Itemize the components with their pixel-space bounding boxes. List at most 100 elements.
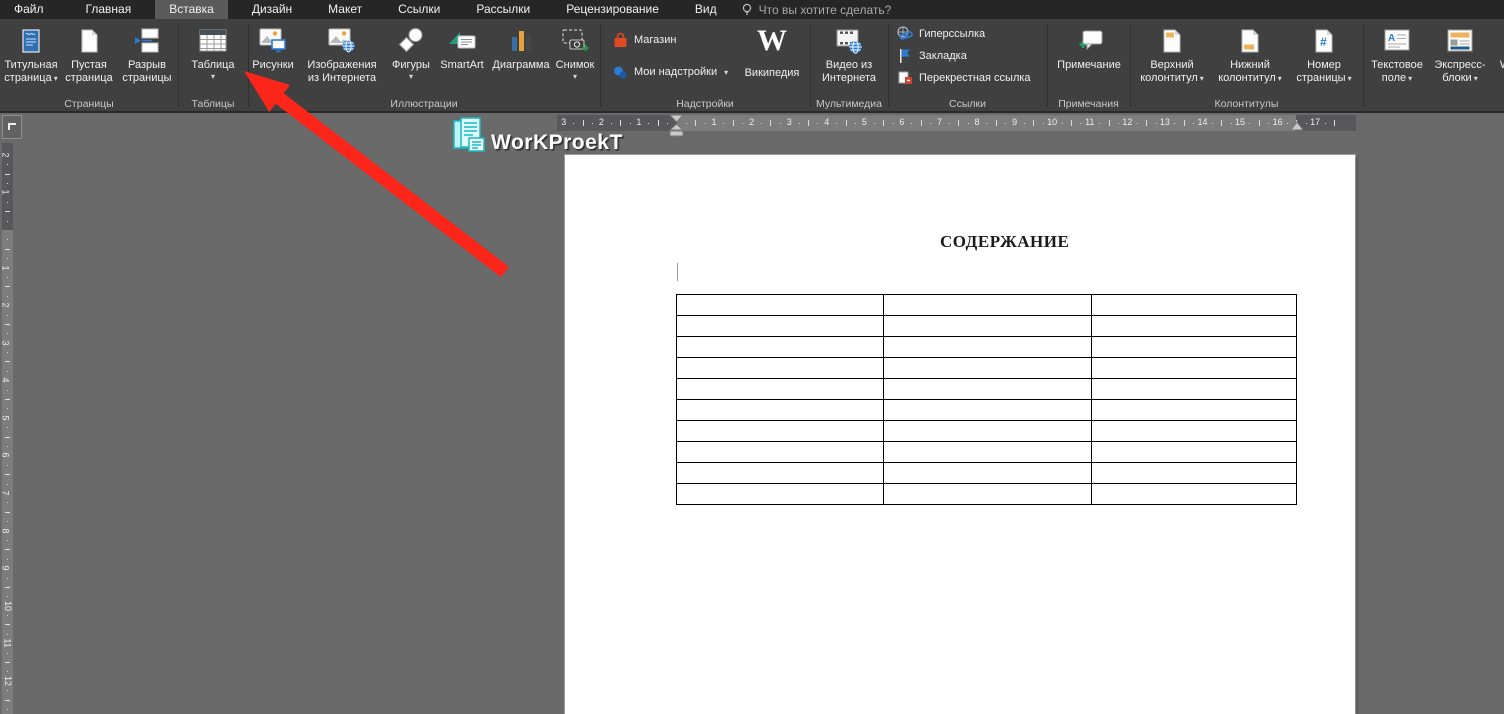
table-cell[interactable] <box>676 420 884 442</box>
table-cell[interactable] <box>1091 315 1297 337</box>
table-row <box>676 483 1297 505</box>
table-cell[interactable] <box>1091 483 1297 505</box>
new-comment-button[interactable]: Примечание <box>1055 22 1123 106</box>
table-row <box>676 462 1297 484</box>
bookmark-button[interactable]: Закладка <box>896 47 967 65</box>
table-cell[interactable] <box>1091 399 1297 421</box>
wordart-button[interactable]: Wo <box>1493 22 1504 106</box>
group-tables: Таблица ▾ Таблицы <box>178 19 248 111</box>
online-video-button[interactable]: Видео из Интернета <box>814 22 884 106</box>
header-icon <box>1159 22 1185 59</box>
quick-parts-button[interactable]: Экспресс- блоки ▾ <box>1429 22 1491 106</box>
table-cell[interactable] <box>676 483 884 505</box>
group-illustrations: Рисунки Изображения из Интернета Фигуры … <box>248 19 600 111</box>
chevron-down-icon: ▾ <box>1347 74 1352 83</box>
table-row <box>676 294 1297 316</box>
right-indent-marker[interactable] <box>1290 121 1304 131</box>
my-addins-button[interactable]: Мои надстройки ▾ <box>612 63 728 81</box>
cover-page-button[interactable]: Титульная страница ▾ <box>2 22 60 106</box>
table-cell[interactable] <box>1091 357 1297 379</box>
table-row <box>676 336 1297 358</box>
table-cell[interactable] <box>883 441 1092 463</box>
table-cell[interactable] <box>676 441 884 463</box>
pictures-button[interactable]: Рисунки <box>250 22 296 106</box>
table-button[interactable]: Таблица ▾ <box>185 22 241 106</box>
cross-reference-button[interactable]: Перекрестная ссылка <box>896 69 1031 87</box>
page-number-button[interactable]: # Номер страницы ▾ <box>1290 22 1358 106</box>
blank-page-icon <box>76 22 102 59</box>
cover-page-icon <box>18 22 44 59</box>
text-box-button[interactable]: A Текстовое поле ▾ <box>1367 22 1427 106</box>
blank-page-button[interactable]: Пустая страница <box>60 22 118 106</box>
tab-layout[interactable]: Макет <box>314 0 376 19</box>
table-cell[interactable] <box>1091 378 1297 400</box>
indent-markers[interactable] <box>669 114 684 138</box>
tab-references[interactable]: Ссылки <box>384 0 454 19</box>
bookmark-icon <box>900 49 910 63</box>
table-cell[interactable] <box>676 399 884 421</box>
group-label-header-footer: Колонтитулы <box>1214 98 1279 110</box>
document-page: СОДЕРЖАНИЕ <box>565 155 1355 714</box>
chevron-down-icon: ▾ <box>1473 74 1478 83</box>
lightbulb-icon <box>742 3 751 15</box>
tab-mailings[interactable]: Рассылки <box>462 0 544 19</box>
group-addins: Магазин Мои надстройки ▾ W Википедия Над… <box>600 19 810 111</box>
table-cell[interactable] <box>883 315 1092 337</box>
ribbon-tab-bar: Файл Главная Вставка Дизайн Макет Ссылки… <box>0 0 1504 19</box>
table-cell[interactable] <box>883 294 1092 316</box>
table-cell[interactable] <box>883 483 1092 505</box>
tab-file[interactable]: Файл <box>0 0 58 19</box>
header-button[interactable]: Верхний колонтитул ▾ <box>1134 22 1210 106</box>
store-icon <box>614 32 627 47</box>
table-cell[interactable] <box>883 357 1092 379</box>
table-cell[interactable] <box>676 336 884 358</box>
page-break-button[interactable]: Разрыв страницы <box>118 22 176 106</box>
chart-icon <box>508 22 534 59</box>
table-cell[interactable] <box>883 378 1092 400</box>
tab-design[interactable]: Дизайн <box>238 0 306 19</box>
table-row <box>676 315 1297 337</box>
wikipedia-button[interactable]: W Википедия <box>738 22 806 106</box>
footer-button[interactable]: Нижний колонтитул ▾ <box>1212 22 1288 106</box>
table-cell[interactable] <box>1091 420 1297 442</box>
group-label-addins: Надстройки <box>676 98 734 110</box>
online-pictures-button[interactable]: Изображения из Интернета <box>296 22 388 106</box>
table-cell[interactable] <box>676 315 884 337</box>
table-cell[interactable] <box>1091 441 1297 463</box>
word-window: (K) Файл Главная Вставка Дизайн Макет Сс… <box>0 0 1504 714</box>
table-cell[interactable] <box>883 336 1092 358</box>
new-comment-icon <box>1074 22 1104 59</box>
pictures-icon <box>258 22 288 59</box>
table-cell[interactable] <box>676 462 884 484</box>
hyperlink-button[interactable]: Гиперссылка <box>896 25 985 43</box>
tab-stop-selector[interactable] <box>2 115 22 139</box>
chart-button[interactable]: Диаграмма <box>490 22 552 106</box>
table-cell[interactable] <box>676 294 884 316</box>
wikipedia-icon: W <box>757 23 787 57</box>
tab-insert[interactable]: Вставка <box>155 0 228 19</box>
table-cell[interactable] <box>883 420 1092 442</box>
group-label-media: Мультимедиа <box>816 98 882 110</box>
table-cell[interactable] <box>1091 336 1297 358</box>
table-row <box>676 399 1297 421</box>
table-cell[interactable] <box>1091 462 1297 484</box>
ribbon: Титульная страница ▾ Пустая страница Разр… <box>0 19 1504 113</box>
shapes-button[interactable]: Фигуры ▾ <box>388 22 434 106</box>
author-watermark: WorKProekT <box>452 116 623 158</box>
table-cell[interactable] <box>676 378 884 400</box>
group-text: A Текстовое поле▾ Экспресс- блоки▾ Wo <box>1363 19 1504 111</box>
quick-parts-icon <box>1446 22 1474 59</box>
table-cell[interactable] <box>676 357 884 379</box>
chevron-down-icon: ▾ <box>53 74 58 83</box>
tab-home[interactable]: Главная <box>72 0 146 19</box>
tab-review[interactable]: Рецензирование <box>552 0 673 19</box>
smartart-button[interactable]: SmartArt <box>434 22 490 106</box>
table-grid-icon <box>198 22 228 59</box>
tab-view[interactable]: Вид <box>681 0 731 19</box>
table-cell[interactable] <box>1091 294 1297 316</box>
screenshot-button[interactable]: Снимок ▾ <box>552 22 598 106</box>
store-button[interactable]: Магазин <box>612 31 676 49</box>
table-cell[interactable] <box>883 462 1092 484</box>
tell-me-search[interactable]: Что вы хотите сделать? <box>731 0 891 19</box>
table-cell[interactable] <box>883 399 1092 421</box>
